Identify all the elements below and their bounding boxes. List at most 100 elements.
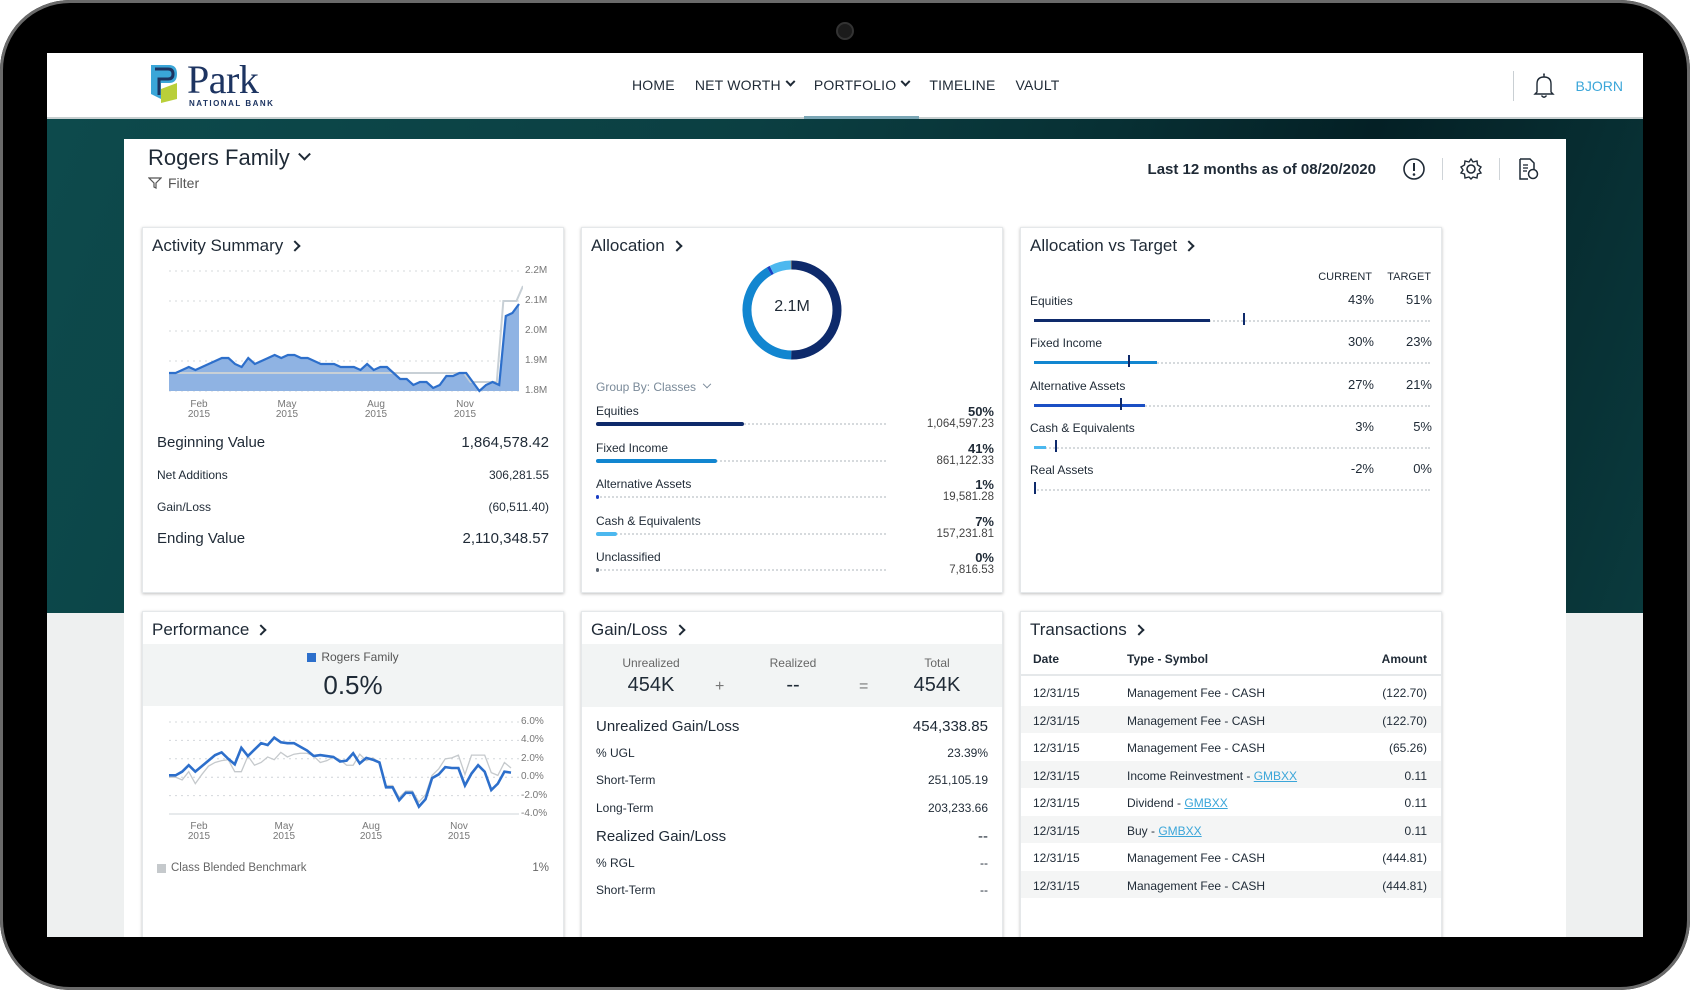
transaction-type: Management Fee - CASH: [1127, 879, 1265, 893]
target-column-header: TARGET: [1387, 271, 1431, 283]
gain-loss-row: Long-Term 203,233.66: [596, 801, 988, 815]
transaction-row[interactable]: 12/31/15 Buy - GMBXX 0.11: [1021, 815, 1441, 843]
transaction-row[interactable]: 12/31/15 Income Reinvestment - GMBXX 0.11: [1021, 760, 1441, 788]
transaction-row[interactable]: 12/31/15 Management Fee - CASH (122.70): [1021, 705, 1441, 733]
allocation-target-row[interactable]: Cash & Equivalents 3% 5%: [1030, 418, 1432, 452]
symbol-link[interactable]: GMBXX: [1184, 796, 1227, 810]
target-marker: [1243, 313, 1246, 325]
date-range-label[interactable]: Last 12 months as of 08/20/2020: [1148, 161, 1376, 178]
y-tick-label: 2.0M: [525, 325, 548, 336]
app-screen: Park NATIONAL BANK HOME NET WORTH PORTFOLI…: [47, 53, 1643, 937]
transactions-link[interactable]: Transactions: [1030, 620, 1145, 640]
gain-loss-value: --: [980, 883, 988, 897]
toolbar-divider: [1499, 158, 1500, 180]
total-summary: Total 454K: [892, 656, 982, 697]
target-percent: 21%: [1405, 376, 1432, 392]
gear-icon[interactable]: [1459, 157, 1483, 181]
allocation-percent: 0%: [975, 550, 994, 565]
current-column-header: CURRENT: [1318, 271, 1372, 283]
bell-icon[interactable]: [1532, 72, 1556, 100]
allocation-row[interactable]: Alternative Assets 1% 19,581.28: [596, 477, 994, 503]
current-percent: 3%: [1355, 418, 1374, 434]
target-marker: [1054, 439, 1057, 452]
dashboard-panel: Rogers Family Filter Last 12 months as o…: [124, 139, 1566, 937]
transaction-row[interactable]: 12/31/15 Management Fee - CASH (444.81): [1021, 843, 1441, 871]
gain-loss-summary: Unrealized 454K + Realized -- = Total 454K: [582, 644, 1002, 707]
benchmark-swatch: [157, 863, 166, 873]
nav-net-worth[interactable]: NET WORTH: [685, 53, 804, 119]
y-tick-label: 1.8M: [525, 385, 548, 396]
performance-link[interactable]: Performance: [152, 620, 267, 640]
allocation-target-row[interactable]: Equities 43% 51%: [1030, 292, 1432, 325]
allocation-class-name: Alternative Assets: [596, 477, 692, 491]
gain-loss-link[interactable]: Gain/Loss: [591, 620, 686, 640]
allocation-target-row[interactable]: Real Assets -2% 0%: [1030, 461, 1432, 495]
allocation-class-name: Equities: [596, 404, 639, 418]
y-tick-label: 2.1M: [525, 295, 548, 306]
card-title: Allocation vs Target: [1030, 236, 1178, 255]
performance-chart: [169, 721, 519, 815]
nav-timeline[interactable]: TIMELINE: [919, 53, 1005, 119]
total-label: Total: [924, 656, 950, 670]
transaction-row[interactable]: 12/31/15 Dividend - GMBXX 0.11: [1021, 788, 1441, 816]
allocation-bar-track: [596, 569, 886, 571]
nav-vault[interactable]: VAULT: [1006, 53, 1070, 119]
allocation-row[interactable]: Unclassified 0% 7,816.53: [596, 550, 994, 576]
allocation-row[interactable]: Fixed Income 41% 861,122.33: [596, 441, 994, 467]
page-title: Rogers Family: [148, 145, 290, 170]
transaction-row[interactable]: 12/31/15 Management Fee - CASH (444.81): [1021, 870, 1441, 898]
column-header-date[interactable]: Date: [1033, 652, 1059, 666]
donut-slice-cash-equivalents[interactable]: [769, 260, 792, 274]
park-logo-icon: [151, 65, 177, 103]
allocation-target-row[interactable]: Fixed Income 30% 23%: [1030, 334, 1432, 368]
gain-loss-row: Unrealized Gain/Loss 454,338.85: [596, 718, 988, 735]
chevron-right-icon: [255, 624, 267, 636]
allocation-row[interactable]: Cash & Equivalents 7% 157,231.81: [596, 514, 994, 540]
transaction-amount: (122.70): [1382, 713, 1427, 728]
nav-home[interactable]: HOME: [622, 53, 685, 119]
user-menu[interactable]: BJORN: [1576, 78, 1623, 94]
report-icon[interactable]: [1516, 157, 1540, 181]
transaction-amount: (444.81): [1382, 878, 1427, 893]
transaction-type-label: Management Fee - CASH: [1127, 851, 1266, 865]
allocation-link[interactable]: Allocation: [591, 236, 683, 256]
target-percent: 5%: [1413, 418, 1432, 434]
donut-slice-alternative-assets[interactable]: [766, 265, 774, 276]
bank-logo[interactable]: Park NATIONAL BANK: [147, 60, 275, 108]
transaction-type: Management Fee - CASH: [1127, 851, 1265, 865]
logo-subtitle: NATIONAL BANK: [189, 99, 275, 108]
symbol-link[interactable]: GMBXX: [1254, 769, 1297, 783]
allocation-target-row[interactable]: Alternative Assets 27% 21%: [1030, 376, 1432, 410]
symbol-link[interactable]: GMBXX: [1158, 824, 1201, 838]
column-header-type[interactable]: Type - Symbol: [1127, 652, 1208, 666]
target-marker: [1120, 397, 1123, 410]
allocation-row[interactable]: Equities 50% 1,064,597.23: [596, 404, 994, 430]
transaction-type-label: Income Reinvestment -: [1127, 768, 1254, 783]
chevron-down-icon: [702, 379, 712, 389]
current-percent: -2%: [1350, 461, 1374, 477]
allocation-vs-target-link[interactable]: Allocation vs Target: [1030, 236, 1195, 256]
x-tick-year: 2015: [359, 831, 383, 842]
activity-row-value: 306,281.55: [488, 468, 549, 482]
transaction-row[interactable]: 12/31/15 Management Fee - CASH (65.26): [1021, 733, 1441, 761]
y-tick-label: 6.0%: [521, 716, 544, 727]
entity-selector[interactable]: Rogers Family: [148, 145, 311, 171]
filter-button[interactable]: Filter: [148, 175, 199, 191]
chevron-right-icon: [671, 240, 683, 252]
transaction-type: Management Fee - CASH: [1127, 714, 1265, 728]
unrealized-summary: Unrealized 454K: [606, 656, 696, 697]
alert-icon[interactable]: [1402, 157, 1426, 181]
activity-row-label: Ending Value: [157, 530, 246, 547]
benchmark-value: 1%: [532, 862, 549, 874]
total-value: 454K: [913, 674, 961, 696]
group-by-label: Group By: Classes: [596, 380, 697, 394]
activity-summary-link[interactable]: Activity Summary: [152, 236, 301, 256]
x-tick-label: May 2015: [272, 400, 302, 420]
toolbar-divider: [1442, 158, 1443, 180]
column-header-amount[interactable]: Amount: [1382, 652, 1427, 666]
x-tick-label: May 2015: [269, 822, 299, 842]
activity-row-label: Beginning Value: [157, 434, 266, 451]
group-by-dropdown[interactable]: Group By: Classes: [596, 379, 712, 394]
nav-portfolio[interactable]: PORTFOLIO: [803, 53, 920, 119]
transaction-row[interactable]: 12/31/15 Management Fee - CASH (122.70): [1021, 678, 1441, 706]
